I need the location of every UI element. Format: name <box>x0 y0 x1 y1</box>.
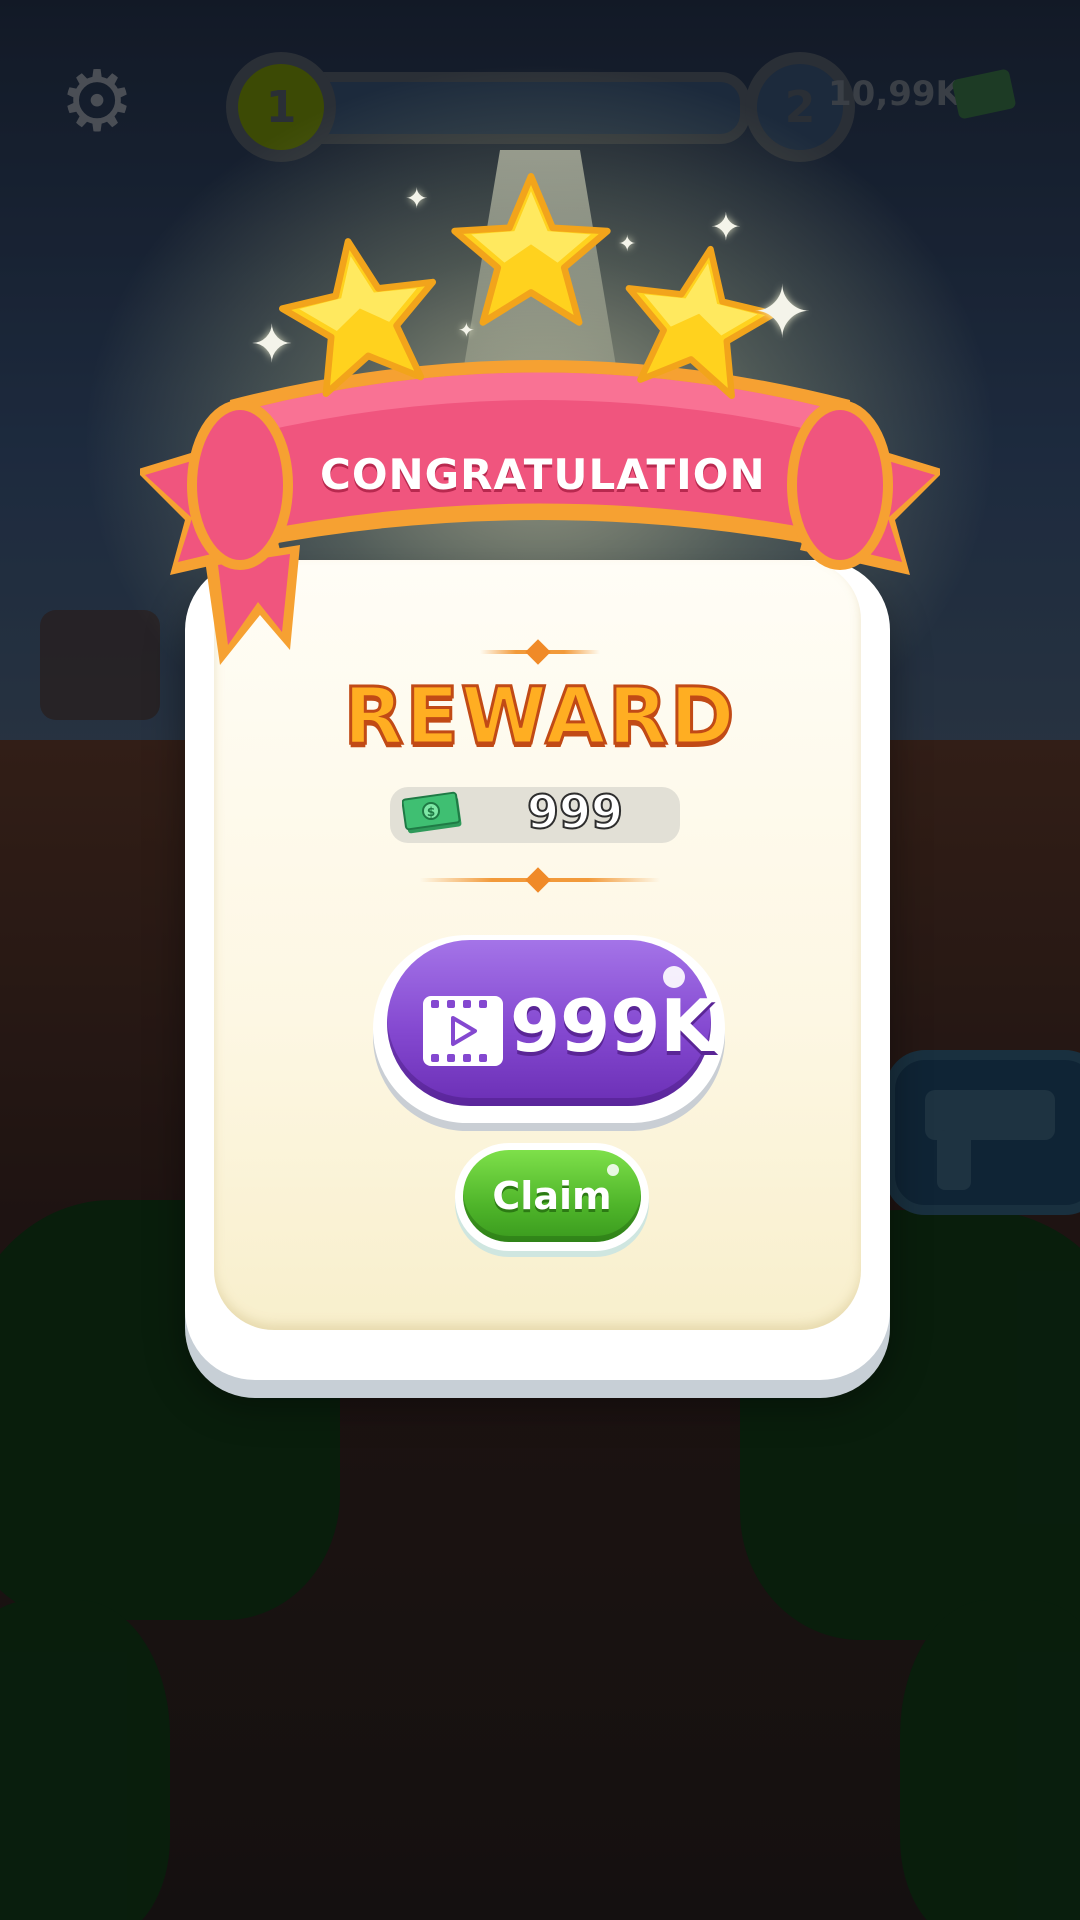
sparkle-icon: ✦ <box>458 318 475 342</box>
sparkle-icon: ✦ <box>405 182 429 215</box>
banner-title: CONGRATULATION <box>320 450 766 499</box>
money-counter: 10,99K <box>828 74 962 114</box>
sparkle-icon: ✦ <box>710 205 742 249</box>
congratulation-ribbon <box>140 360 940 665</box>
cash-icon: $ <box>402 791 462 834</box>
gear-icon[interactable]: ⚙ <box>58 59 136 143</box>
sparkle-icon: ✦ <box>250 315 294 375</box>
star-icon <box>451 172 611 326</box>
claim-button[interactable]: Claim <box>463 1150 641 1242</box>
reward-title: REWARD <box>342 671 737 764</box>
claim-button-label: Claim <box>492 1174 612 1218</box>
video-play-icon <box>423 996 503 1066</box>
svg-text:$: $ <box>427 805 435 819</box>
video-reward-label: 999K <box>510 984 717 1068</box>
sparkle-icon: ✦ <box>752 270 813 354</box>
sparkle-icon: ✦ <box>618 232 637 257</box>
reward-amount: 999 <box>526 784 624 840</box>
